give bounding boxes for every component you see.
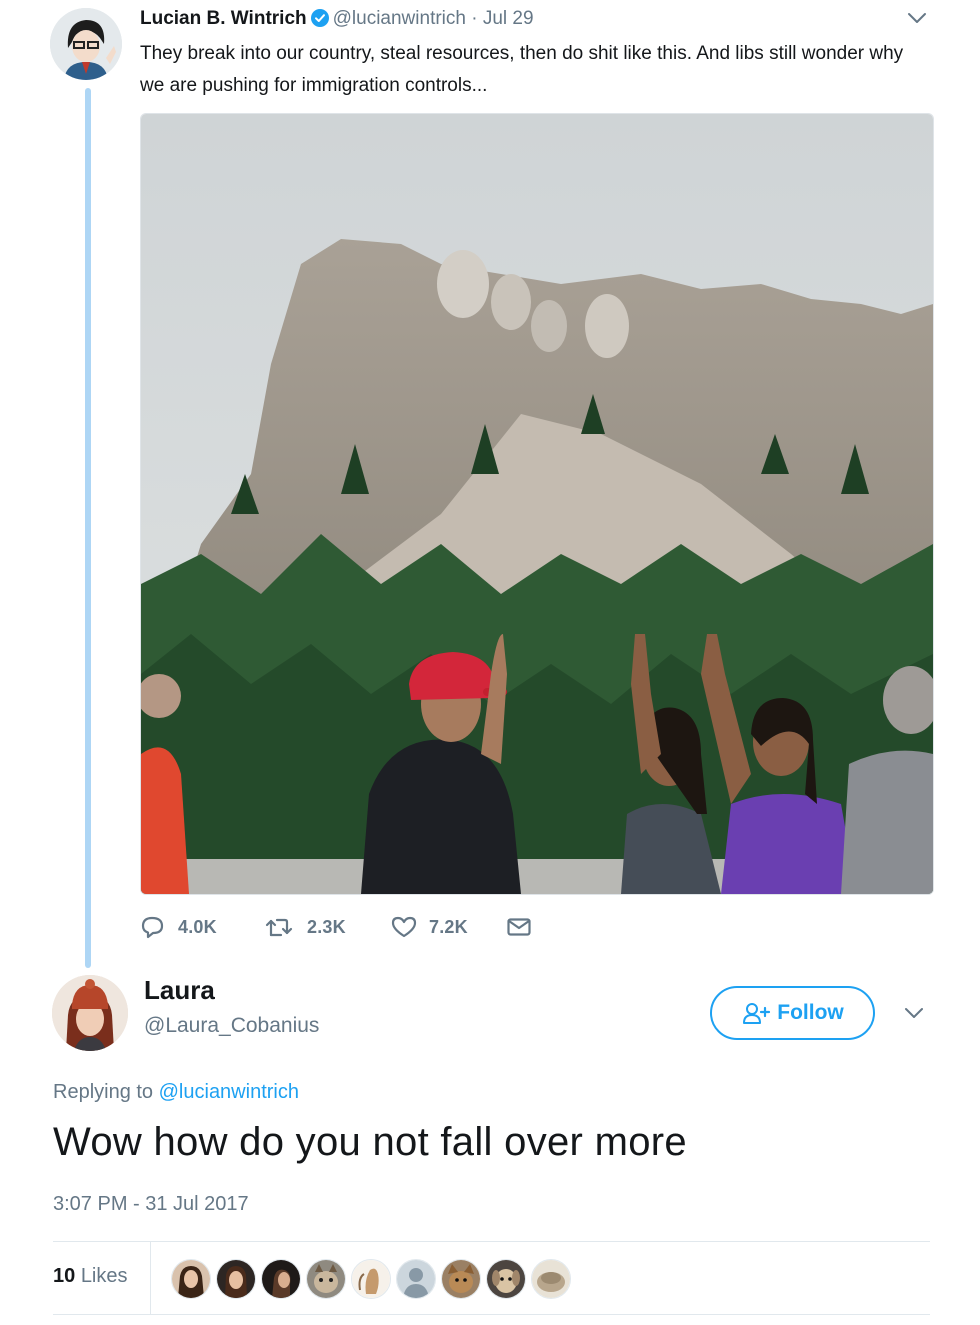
author-handle[interactable]: @lucianwintrich (333, 8, 466, 29)
liker-avatar[interactable] (441, 1259, 481, 1299)
thread-line (85, 88, 91, 968)
reply-timestamp[interactable]: 3:07 PM - 31 Jul 2017 (53, 1193, 249, 1216)
likes-number: 10 (53, 1265, 76, 1287)
reply-tweet-text: Wow how do you not fall over more (53, 1120, 687, 1164)
divider (53, 1241, 930, 1242)
replying-mention[interactable]: @lucianwintrich (159, 1081, 299, 1103)
tweet-actions: 4.0K 2.3K 7.2K (140, 910, 544, 944)
likes-separator (150, 1242, 151, 1314)
follow-person-icon (743, 1003, 771, 1024)
author-avatar[interactable] (50, 8, 122, 80)
envelope-icon (507, 918, 531, 936)
heart-icon (391, 916, 417, 938)
liker-avatar[interactable] (216, 1259, 256, 1299)
liker-avatar[interactable] (531, 1259, 571, 1299)
liker-avatar[interactable] (351, 1259, 391, 1299)
chevron-down-icon[interactable] (906, 8, 928, 33)
tweet-date[interactable]: Jul 29 (483, 8, 534, 29)
reply-author-name[interactable]: Laura (144, 975, 215, 1006)
retweet-action[interactable]: 2.3K (265, 915, 391, 939)
chevron-down-icon[interactable] (903, 1003, 925, 1028)
divider (53, 1314, 930, 1315)
tweet-photo[interactable] (140, 113, 934, 895)
tweet-header: Lucian B. Wintrich @lucianwintrich · Jul … (140, 8, 534, 33)
reply-icon (141, 916, 164, 939)
likes-label: Likes (80, 1265, 128, 1287)
follow-label: Follow (777, 1001, 844, 1024)
retweet-count: 2.3K (307, 916, 346, 937)
like-count: 7.2K (429, 916, 468, 937)
retweet-icon (265, 918, 293, 937)
like-action[interactable]: 7.2K (391, 915, 506, 939)
reply-action[interactable]: 4.0K (140, 915, 265, 939)
liker-avatar[interactable] (306, 1259, 346, 1299)
follow-button[interactable]: Follow (710, 986, 875, 1040)
liker-avatar[interactable] (171, 1259, 211, 1299)
liker-avatar[interactable] (486, 1259, 526, 1299)
liker-avatar[interactable] (396, 1259, 436, 1299)
reply-author-avatar[interactable] (52, 975, 128, 1051)
author-name[interactable]: Lucian B. Wintrich (140, 8, 307, 29)
replying-to: Replying to @lucianwintrich (53, 1081, 299, 1104)
tweet-text: They break into our country, steal resou… (140, 43, 904, 96)
header-separator: · (471, 8, 478, 29)
liker-avatar[interactable] (261, 1259, 301, 1299)
likes-stat[interactable]: 10 Likes (53, 1265, 128, 1288)
verified-badge-icon (310, 9, 329, 33)
reply-author-handle[interactable]: @Laura_Cobanius (144, 1014, 319, 1038)
direct-message-action[interactable] (506, 916, 544, 938)
replying-prefix: Replying to (53, 1081, 154, 1103)
reply-count: 4.0K (178, 916, 217, 937)
